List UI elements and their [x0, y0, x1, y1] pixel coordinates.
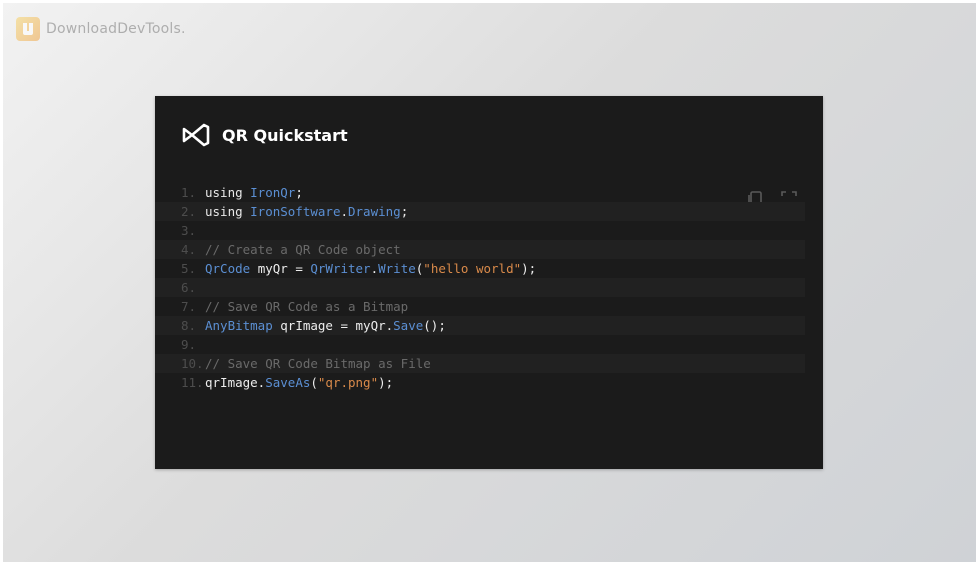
code-token: ; [295, 185, 303, 200]
code-token: . [370, 261, 379, 276]
line-number: 10. [181, 356, 204, 371]
line-number: 8. [181, 318, 197, 333]
code-token: Drawing [348, 204, 401, 219]
code-token: "qr.png" [317, 375, 379, 390]
line-number: 4. [181, 242, 197, 257]
line-number: 6. [181, 280, 197, 295]
watermark-text: DownloadDevTools. [46, 21, 186, 37]
line-number: 1. [181, 185, 197, 200]
card-header: QR Quickstart [182, 123, 348, 147]
code-token: ; [400, 204, 409, 219]
line-number: 7. [181, 299, 197, 314]
visual-studio-icon [182, 123, 210, 147]
code-line: 4. // Create a QR Code object [155, 240, 805, 259]
code-token: (); [423, 318, 446, 333]
card-title: QR Quickstart [222, 125, 348, 145]
code-token: AnyBitmap [205, 318, 281, 333]
code-token: SaveAs [265, 375, 311, 390]
line-number: 9. [181, 337, 197, 352]
code-token: // Save QR Code as a Bitmap [205, 299, 409, 314]
code-token: IronSoftware [250, 204, 341, 219]
code-line: 7. // Save QR Code as a Bitmap [155, 297, 805, 316]
code-token: ( [310, 375, 318, 390]
frame-left-border [0, 0, 3, 562]
code-token: qrImage = myQr. [280, 318, 394, 333]
code-token: . [340, 204, 348, 219]
code-block: 1. using IronQr; 2. using IronSoftware. Draw… [155, 183, 805, 392]
code-token: using [205, 204, 251, 219]
frame-top-border [0, 0, 976, 3]
code-token: IronQr [250, 185, 296, 200]
code-line: 1. using IronQr; [155, 183, 805, 202]
code-token: ); [378, 375, 394, 390]
watermark: DownloadDevTools. [16, 17, 186, 41]
code-token: // Save QR Code Bitmap as File [205, 356, 431, 371]
code-token: // Create a QR Code object [205, 242, 401, 257]
code-token: qrImage. [205, 375, 266, 390]
line-number: 3. [181, 223, 197, 238]
line-number: 2. [181, 204, 197, 219]
code-line: 6. [155, 278, 805, 297]
code-line: 10.// Save QR Code Bitmap as File [155, 354, 805, 373]
code-line: 8. AnyBitmap qrImage = myQr. Save (); [155, 316, 805, 335]
code-token: Save [393, 318, 424, 333]
code-token: QrWriter [310, 261, 371, 276]
code-line: 9. [155, 335, 805, 354]
code-line: 11. qrImage. SaveAs("qr.png"); [155, 373, 805, 392]
line-number: 5. [181, 261, 197, 276]
code-token: Write [378, 261, 416, 276]
line-number: 11. [181, 375, 204, 390]
code-token: ( [415, 261, 424, 276]
code-token: "hello world" [423, 261, 522, 276]
code-token: using [205, 185, 251, 200]
watermark-logo-icon [16, 17, 40, 41]
code-line: 2. using IronSoftware. Drawing; [155, 202, 805, 221]
code-line: 3. [155, 221, 805, 240]
code-token: ); [521, 261, 537, 276]
code-card: QR Quickstart 1. using IronQr; 2. using Iro… [155, 96, 823, 469]
code-token: QrCode [205, 261, 258, 276]
code-token: myQr = [257, 261, 311, 276]
code-line: 5. QrCode myQr = QrWriter. Write("hello wo… [155, 259, 805, 278]
